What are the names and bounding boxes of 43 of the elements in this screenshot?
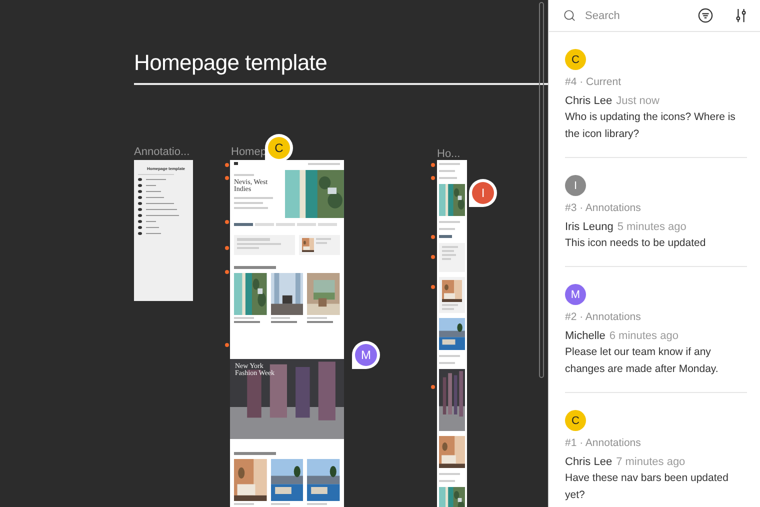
annotation-dot[interactable] — [431, 385, 435, 389]
filter-button[interactable] — [698, 8, 713, 23]
comment-text: This icon needs to be updated — [565, 236, 707, 251]
annotation-dot[interactable] — [225, 270, 229, 274]
comment-tag: #2 · Annotations — [565, 311, 747, 323]
avatar: C — [565, 410, 586, 431]
annotation-dot[interactable] — [431, 285, 435, 289]
settings-button[interactable] — [734, 8, 748, 23]
comment-text: Have these nav bars been updated yet? — [565, 471, 730, 503]
comment-author: Chris Lee — [565, 95, 612, 107]
frame-label[interactable]: Ho... — [437, 148, 460, 160]
comment-author: Michelle — [565, 330, 606, 342]
comment-tag: #3 · Annotations — [565, 202, 747, 214]
annotation-dot[interactable] — [225, 343, 229, 347]
avatar: C — [565, 49, 586, 70]
page-title: Homepage template — [134, 50, 328, 76]
comment-pin[interactable]: M — [352, 341, 380, 369]
comment-pin[interactable]: I — [469, 179, 497, 207]
comment-pin[interactable]: C — [265, 134, 293, 162]
comment-tag: #1 · Annotations — [565, 437, 747, 449]
annotation-dot[interactable] — [225, 220, 229, 224]
comment-author: Chris Lee — [565, 456, 612, 468]
frame-label[interactable]: Annotatio... — [134, 146, 190, 158]
annotation-dot[interactable] — [431, 235, 435, 239]
comment-time: 7 minutes ago — [616, 456, 686, 468]
annotation-dot[interactable] — [431, 176, 435, 180]
comment-time: 5 minutes ago — [617, 221, 686, 233]
comment-author: Iris Leung — [565, 221, 614, 233]
annotation-dot[interactable] — [225, 176, 229, 180]
annotation-dot[interactable] — [225, 163, 229, 167]
avatar: M — [565, 284, 586, 305]
annotation-dot[interactable] — [431, 163, 435, 167]
annotation-dot[interactable] — [431, 255, 435, 259]
comment-tag: #4 · Current — [565, 76, 747, 88]
comment-text: Who is updating the icons? Where is the icon library? — [565, 110, 736, 142]
avatar: I — [565, 175, 586, 196]
comment-time: Just now — [616, 95, 660, 107]
comment-time: 6 minutes ago — [609, 330, 678, 342]
search-icon — [563, 9, 576, 22]
comment-text: Please let our team know if any changes are made after Monday. — [565, 345, 720, 377]
scrollbar[interactable] — [539, 2, 544, 378]
search-field[interactable]: Search — [583, 8, 677, 22]
annotation-dot[interactable] — [225, 246, 229, 250]
